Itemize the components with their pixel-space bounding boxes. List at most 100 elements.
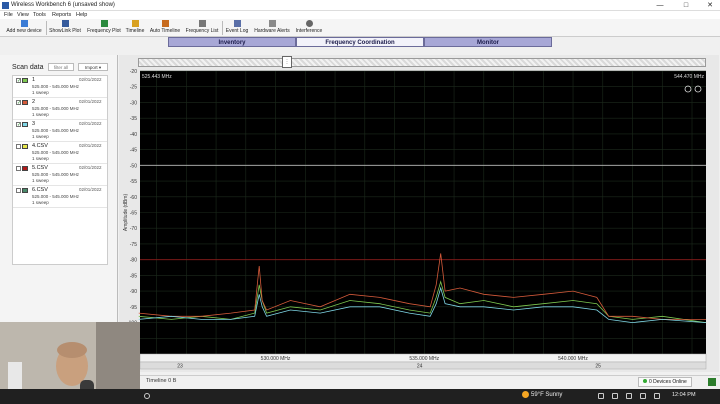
scan-sweeps: 1 sweep [32, 90, 49, 95]
y-tick-label: -45 [130, 148, 137, 154]
x-tick-label: 530.000 MHz [261, 356, 291, 362]
timeline-button[interactable]: Timeline [124, 20, 146, 36]
scan-item[interactable]: ✓ 3 02/01/2022 525.000 - 545.000 MHz 1 sweep [13, 120, 107, 142]
toolbar-label: Add new device [6, 28, 42, 34]
filter-all-button[interactable]: filter all [48, 63, 74, 71]
battery-icon [708, 378, 716, 386]
y-tick-label: -70 [130, 226, 137, 232]
color-swatch[interactable] [22, 100, 28, 105]
channel-label: 25 [595, 364, 601, 370]
frequency-list-icon [198, 20, 206, 27]
network-icon[interactable] [612, 393, 618, 399]
scan-name: 1 [32, 77, 36, 83]
battery-tray-icon[interactable] [640, 393, 646, 399]
frequency-plot-button[interactable]: Frequency Plot [86, 20, 122, 36]
channel-label: 23 [177, 364, 183, 370]
y-tick-label: -40 [130, 132, 137, 138]
add-device-icon [20, 20, 28, 27]
hardware-alerts-button[interactable]: Hardware Alerts [252, 20, 292, 36]
x-tick-label: 540.000 MHz [558, 356, 588, 362]
menu-file[interactable]: File [4, 12, 13, 18]
add-device-button[interactable]: Add new device [4, 20, 44, 36]
scan-item[interactable]: ✓ 2 02/01/2022 525.000 - 545.000 MHz 1 sweep [13, 98, 107, 120]
scan-item[interactable]: 6.CSV 02/01/2022 525.000 - 545.000 MHz 1 sw… [13, 186, 107, 208]
scan-checkbox[interactable] [16, 166, 21, 171]
scan-checkbox[interactable] [16, 144, 21, 149]
clock[interactable]: 12:04 PM [672, 392, 696, 398]
overview-strip[interactable] [138, 58, 706, 67]
channel-band [139, 361, 707, 370]
close-button[interactable]: ✕ [704, 1, 716, 10]
color-swatch[interactable] [22, 144, 28, 149]
import-dropdown[interactable]: Import ▾ [78, 63, 108, 71]
scan-item[interactable]: 5.CSV 02/01/2022 525.000 - 545.000 MHz 1 sw… [13, 164, 107, 186]
tab-frequency-coordination[interactable]: Frequency Coordination [296, 37, 424, 47]
y-tick-label: -20 [130, 69, 137, 75]
devices-online-status[interactable]: 0 Devices Online [638, 377, 692, 387]
scan-data-panel: Scan data filter all Import ▾ ✓ 1 02/01/20… [0, 55, 118, 326]
import-label: Import [84, 65, 98, 70]
scan-range: 525.000 - 545.000 MHz [32, 84, 80, 89]
color-swatch[interactable] [22, 188, 28, 193]
toolbar: Add new device ShowLink Plot Frequency P… [0, 19, 720, 37]
scan-name: 2 [32, 99, 36, 105]
scan-date: 02/01/2022 [79, 165, 102, 170]
auto-timeline-icon [161, 20, 169, 27]
scan-name: 4.CSV [32, 143, 48, 149]
scan-checkbox[interactable]: ✓ [16, 122, 21, 128]
scan-checkbox[interactable]: ✓ [16, 100, 21, 106]
weather-widget[interactable]: 59°F Sunny [522, 391, 562, 398]
y-tick-label: -30 [130, 100, 137, 106]
scan-name: 3 [32, 121, 36, 127]
range-start-label: 525.443 MHz [142, 74, 172, 80]
main-tabs: Inventory Frequency Coordination Monitor [168, 37, 552, 47]
scan-range: 525.000 - 545.000 MHz [32, 150, 80, 155]
scan-checkbox[interactable]: ✓ [16, 78, 21, 84]
hardware-alerts-icon [268, 20, 276, 27]
y-tick-label: -35 [130, 116, 137, 122]
scan-checkbox[interactable] [16, 188, 21, 193]
scan-date: 02/01/2022 [79, 99, 102, 104]
interference-button[interactable]: Interference [294, 20, 324, 36]
y-tick-label: -80 [130, 258, 137, 264]
menu-reports[interactable]: Reports [52, 12, 71, 18]
toolbar-label: Event Log [225, 28, 249, 34]
minimize-button[interactable]: — [654, 1, 666, 10]
color-swatch[interactable] [22, 122, 28, 127]
menu-view[interactable]: View [17, 12, 29, 18]
auto-timeline-button[interactable]: Auto Timeline [148, 20, 182, 36]
spectrum-chart[interactable]: -20 -25 -30 -35 -40 -45 -50 -55 -60 -65 -70 -75 -80 -… [119, 67, 719, 373]
frequency-list-button[interactable]: Frequency List [184, 20, 220, 36]
status-bar: Timeline 0 B 0 Devices Online [140, 375, 720, 387]
keyboard-icon[interactable] [654, 393, 660, 399]
window-title: Wireless Workbench 6 (unsaved show) [11, 2, 115, 8]
color-swatch[interactable] [22, 78, 28, 83]
scan-date: 02/01/2022 [79, 187, 102, 192]
y-tick-label: -75 [130, 242, 137, 248]
volume-icon[interactable] [626, 393, 632, 399]
showlink-icon [61, 20, 69, 27]
scan-data-header: Scan data filter all Import ▾ [0, 55, 118, 76]
tab-inventory[interactable]: Inventory [168, 37, 296, 47]
chevron-up-icon[interactable] [598, 393, 604, 399]
scan-item[interactable]: 4.CSV 02/01/2022 525.000 - 545.000 MHz 1 sw… [13, 142, 107, 164]
title-bar: Wireless Workbench 6 (unsaved show) — □ … [0, 0, 720, 11]
showlink-plot-button[interactable]: ShowLink Plot [48, 20, 82, 36]
start-icon[interactable] [144, 393, 150, 399]
maximize-button[interactable]: □ [680, 1, 692, 10]
toolbar-label: Auto Timeline [149, 28, 181, 34]
menu-tools[interactable]: Tools [33, 12, 46, 18]
y-tick-label: -95 [130, 305, 137, 311]
tab-monitor[interactable]: Monitor [424, 37, 552, 47]
scan-sweeps: 1 sweep [32, 134, 49, 139]
scan-name: 6.CSV [32, 187, 48, 193]
toolbar-label: Interference [295, 28, 323, 34]
x-tick-label: 535.000 MHz [409, 356, 439, 362]
event-log-button[interactable]: Event Log [224, 20, 250, 36]
app-icon [2, 2, 9, 9]
color-swatch[interactable] [22, 166, 28, 171]
menu-help[interactable]: Help [76, 12, 87, 18]
scan-item[interactable]: ✓ 1 02/01/2022 525.000 - 545.000 MHz 1 sweep [13, 76, 107, 98]
y-tick-label: -90 [130, 289, 137, 295]
timeline-label: Timeline 0 B [146, 378, 177, 384]
